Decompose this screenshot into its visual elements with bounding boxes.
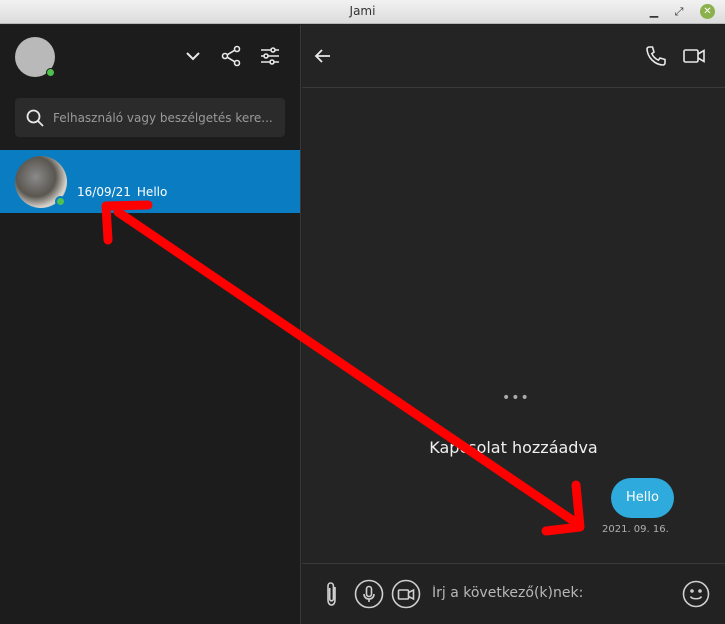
sidebar: 16/09/21 Hello xyxy=(0,25,301,624)
conversation-date: 16/09/21 xyxy=(77,185,131,199)
search-box xyxy=(15,98,285,137)
conversation-meta: 16/09/21 Hello xyxy=(77,185,173,199)
share-icon[interactable] xyxy=(219,44,243,68)
typing-indicator: ••• xyxy=(502,390,530,406)
message-input[interactable] xyxy=(432,578,672,608)
emoji-icon[interactable] xyxy=(681,579,711,609)
message-composer xyxy=(302,563,725,624)
maximize-button[interactable]: ⤢ xyxy=(671,4,687,20)
chevron-down-icon[interactable] xyxy=(181,44,205,68)
account-avatar[interactable] xyxy=(15,37,55,77)
video-camera-icon[interactable] xyxy=(681,43,707,69)
sliders-icon[interactable] xyxy=(258,44,282,68)
search-icon xyxy=(26,109,44,127)
chat-header xyxy=(302,25,725,88)
phone-icon[interactable] xyxy=(643,43,669,69)
close-button[interactable]: ✕ xyxy=(700,4,715,19)
window-title: Jami xyxy=(349,4,376,18)
presence-indicator xyxy=(55,196,66,207)
paperclip-icon[interactable] xyxy=(317,579,347,609)
presence-indicator xyxy=(46,68,55,77)
search-input[interactable] xyxy=(53,98,281,137)
jami-window: Jami ▁ ⤢ ✕ Felhasználó vagy beszélgetés … xyxy=(0,0,725,624)
chat-panel: ••• Kapcsolat hozzáadva Hello 2021. 09. … xyxy=(302,25,725,624)
contact-avatar xyxy=(15,156,67,208)
microphone-icon[interactable] xyxy=(354,579,384,609)
video-message-icon[interactable] xyxy=(391,579,421,609)
title-bar: Jami ▁ ⤢ ✕ xyxy=(0,0,725,24)
message-bubble[interactable]: Hello xyxy=(611,478,674,518)
conversation-item[interactable]: 16/09/21 Hello xyxy=(0,150,300,213)
minimize-button[interactable]: ▁ xyxy=(646,4,662,20)
system-message: Kapcsolat hozzáadva xyxy=(429,438,598,457)
arrow-left-icon[interactable] xyxy=(310,43,336,69)
conversation-last-message: Hello xyxy=(136,185,168,199)
message-timestamp: 2021. 09. 16. xyxy=(602,524,669,535)
